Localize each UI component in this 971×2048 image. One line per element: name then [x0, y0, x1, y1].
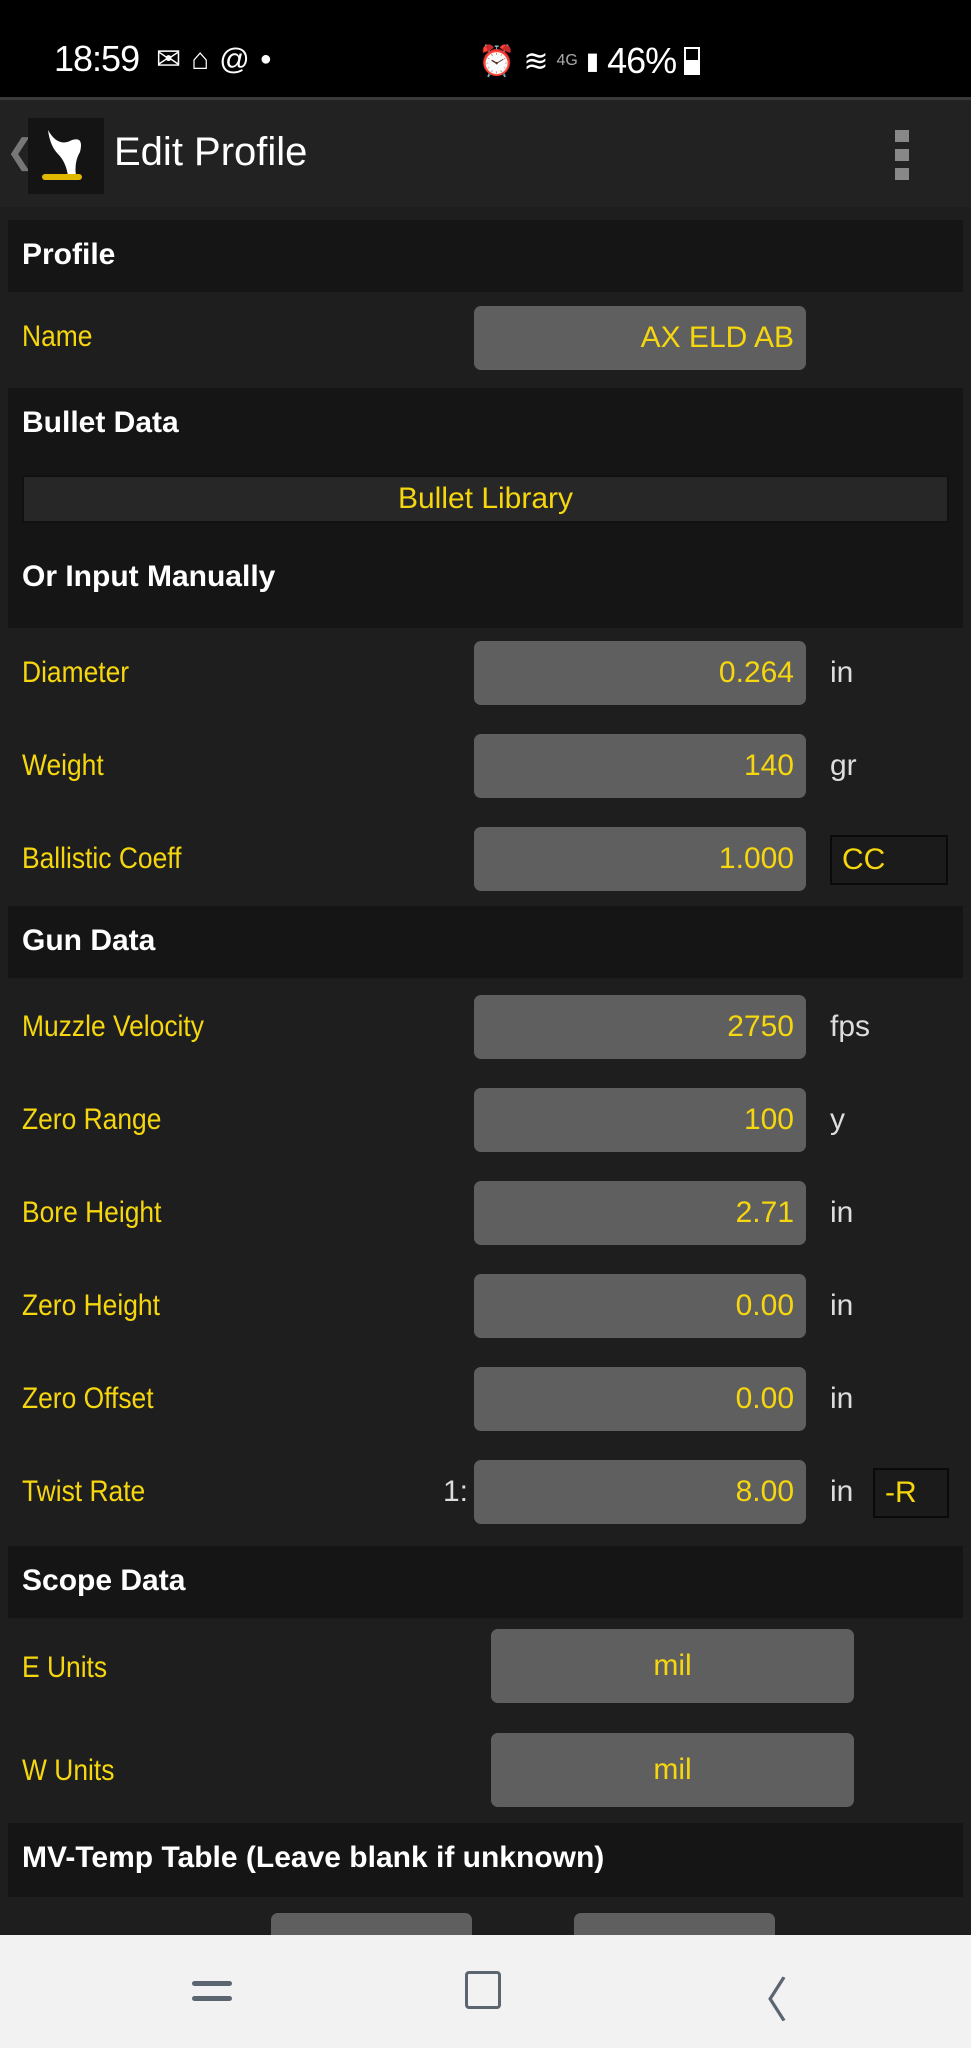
section-gun-data: Gun Data: [8, 906, 963, 978]
clock: 18:59: [54, 38, 140, 79]
zero-height-label: Zero Height: [22, 1289, 160, 1322]
twist-rate-label: Twist Rate: [22, 1475, 146, 1508]
section-mv-temp: MV-Temp Table (Leave blank if unknown): [8, 1823, 963, 1897]
wifi-icon: ≋: [523, 44, 549, 78]
recents-icon[interactable]: [192, 1981, 232, 2003]
at-icon: @: [219, 42, 250, 76]
diameter-input[interactable]: 0.264: [474, 641, 806, 705]
section-title: Scope Data: [22, 1564, 186, 1597]
4g-icon: 4G: [556, 52, 578, 69]
e-units-select[interactable]: mil: [491, 1629, 854, 1703]
bore-height-unit: in: [830, 1196, 854, 1229]
system-nav-bar: 〈: [0, 1935, 971, 2048]
zero-height-unit: in: [830, 1289, 854, 1322]
zero-range-label: Zero Range: [22, 1103, 162, 1136]
alarm-icon: ⏰: [478, 44, 516, 78]
name-label: Name: [22, 320, 93, 353]
zero-offset-input[interactable]: 0.00: [474, 1367, 806, 1431]
bore-height-label: Bore Height: [22, 1196, 162, 1229]
e-units-label: E Units: [22, 1651, 108, 1684]
section-title: Bullet Data: [22, 406, 179, 439]
overflow-menu-icon[interactable]: [895, 130, 913, 180]
home-button-icon[interactable]: [465, 1971, 501, 2009]
manual-input-title: Or Input Manually: [22, 560, 276, 593]
section-title: Profile: [22, 238, 116, 271]
section-profile: Profile: [8, 220, 963, 292]
battery-percent: 46%: [607, 40, 677, 81]
twist-direction-select[interactable]: -R: [873, 1468, 949, 1518]
weight-unit: gr: [830, 749, 857, 782]
signal-icon: ▮: [585, 47, 600, 75]
bc-model-select[interactable]: CC: [830, 835, 948, 885]
weight-label: Weight: [22, 749, 104, 782]
diameter-unit: in: [830, 656, 854, 689]
muzzle-velocity-label: Muzzle Velocity: [22, 1010, 204, 1043]
muzzle-velocity-input[interactable]: 2750: [474, 995, 806, 1059]
section-title: MV-Temp Table (Leave blank if unknown): [22, 1841, 605, 1874]
weight-input[interactable]: 140: [474, 734, 806, 798]
status-bar: 18:59 ✉ ⌂ @ ● ⏰ ≋ 4G ▮ 46%: [0, 0, 971, 97]
zero-range-input[interactable]: 100: [474, 1088, 806, 1152]
bc-input[interactable]: 1.000: [474, 827, 806, 891]
bore-height-input[interactable]: 2.71: [474, 1181, 806, 1245]
twist-rate-unit: in: [830, 1475, 854, 1508]
dot-icon: ●: [259, 48, 272, 70]
app-bar: ❮ Edit Profile: [0, 97, 971, 207]
app-logo: [28, 118, 104, 194]
w-units-select[interactable]: mil: [491, 1733, 854, 1807]
w-units-label: W Units: [22, 1754, 115, 1787]
back-nav-icon[interactable]: 〈: [740, 1961, 788, 2031]
twist-rate-prefix: 1:: [443, 1475, 469, 1508]
diameter-label: Diameter: [22, 656, 130, 689]
muzzle-velocity-unit: fps: [830, 1010, 871, 1043]
section-title: Gun Data: [22, 924, 156, 957]
battery-icon: [684, 47, 701, 75]
zero-offset-label: Zero Offset: [22, 1382, 154, 1415]
zero-offset-unit: in: [830, 1382, 854, 1415]
zero-height-input[interactable]: 0.00: [474, 1274, 806, 1338]
twist-rate-input[interactable]: 8.00: [474, 1460, 806, 1524]
name-input[interactable]: AX ELD AB: [474, 306, 806, 370]
mail-icon: ✉: [156, 43, 182, 76]
bullet-library-button[interactable]: Bullet Library: [22, 475, 949, 523]
page-title: Edit Profile: [114, 130, 308, 174]
bc-label: Ballistic Coeff: [22, 842, 182, 875]
zero-range-unit: y: [830, 1103, 845, 1136]
section-scope-data: Scope Data: [8, 1546, 963, 1618]
home-icon: ⌂: [191, 42, 210, 76]
